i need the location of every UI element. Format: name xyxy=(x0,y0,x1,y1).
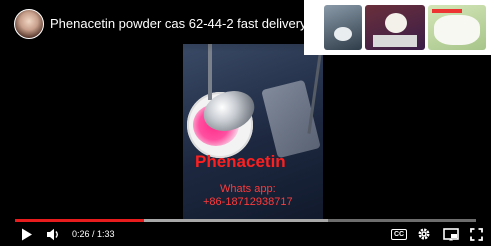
miniplayer-button[interactable] xyxy=(440,225,462,243)
overlay-whatsapp-number: +86-18712938717 xyxy=(203,196,293,208)
volume-icon xyxy=(47,228,58,240)
video-player[interactable]: Phenacetin Whats app: +86-18712938717 Ph… xyxy=(0,0,491,246)
thumbnail-dish-shape xyxy=(334,27,352,41)
suggested-video-thumbnail[interactable] xyxy=(365,5,425,50)
fullscreen-icon xyxy=(469,227,483,241)
spoon-handle-shape xyxy=(208,44,212,100)
miniplayer-icon xyxy=(443,227,459,240)
suggested-videos xyxy=(304,0,491,55)
duration: 1:33 xyxy=(97,229,115,239)
thumbnail-stripe-shape xyxy=(432,9,462,13)
current-time: 0:26 xyxy=(72,229,90,239)
time-separator: / xyxy=(89,229,98,239)
time-display: 0:26 / 1:33 xyxy=(72,229,115,239)
progress-bar[interactable] xyxy=(15,219,476,222)
fullscreen-button[interactable] xyxy=(466,225,486,243)
progress-played xyxy=(15,219,145,222)
captions-icon: CC xyxy=(390,228,408,240)
overlay-product-name: Phenacetin xyxy=(195,152,286,171)
settings-icon xyxy=(418,228,430,240)
play-button[interactable] xyxy=(17,225,37,243)
suggested-video-thumbnail[interactable] xyxy=(428,5,486,50)
channel-avatar[interactable] xyxy=(14,9,44,39)
settings-button[interactable] xyxy=(414,225,434,243)
captions-button[interactable]: CC xyxy=(389,225,409,243)
suggested-video-thumbnail[interactable] xyxy=(324,5,362,50)
play-icon xyxy=(22,228,32,240)
overlay-whatsapp-label: Whats app: xyxy=(220,183,276,195)
volume-button[interactable] xyxy=(43,225,63,243)
video-title[interactable]: Phenacetin powder cas 62-44-2 fast deliv… xyxy=(50,16,308,31)
thumbnail-box-shape xyxy=(373,35,417,47)
thumbnail-powder-shape xyxy=(385,13,407,33)
thumbnail-powder-shape xyxy=(434,15,480,45)
